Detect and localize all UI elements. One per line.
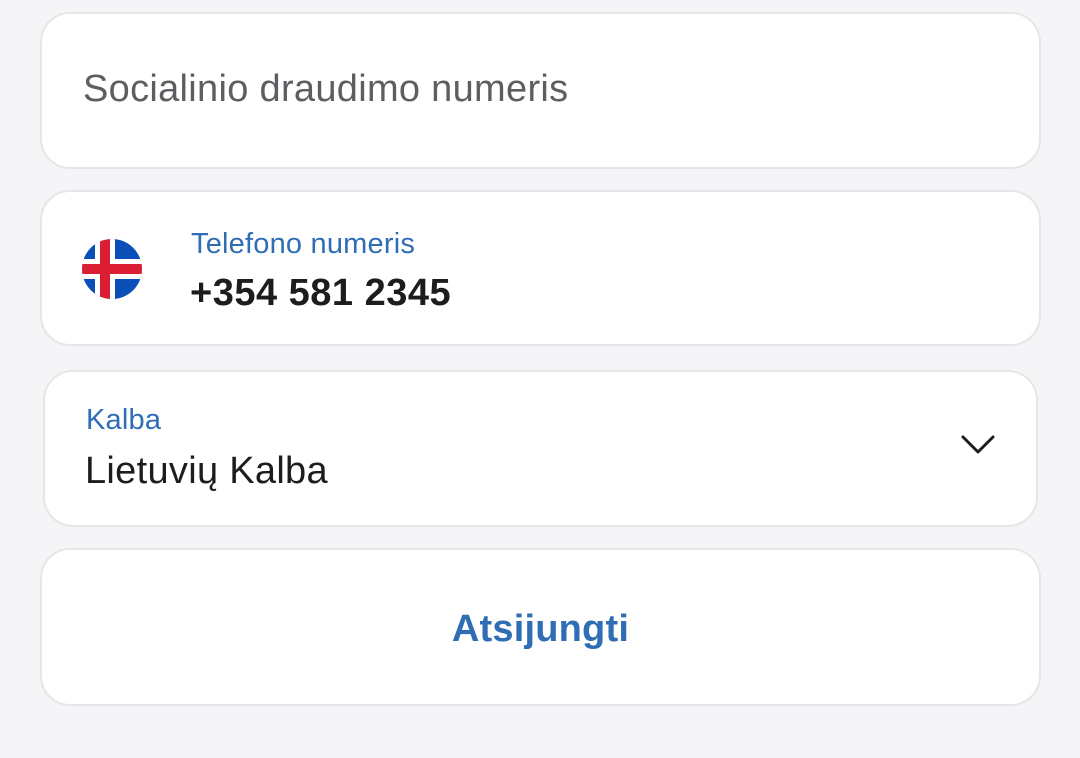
language-selected-value: Lietuvių Kalba [85, 450, 328, 492]
phone-number-field[interactable]: Telefono numeris +354 581 2345 [40, 190, 1041, 346]
language-select[interactable]: Kalba Lietuvių Kalba [43, 370, 1038, 527]
chevron-down-icon[interactable] [960, 434, 996, 456]
social-security-number-field[interactable]: Socialinio draudimo numeris [40, 12, 1041, 169]
phone-number-label: Telefono numeris [191, 228, 416, 260]
language-label: Kalba [86, 404, 162, 436]
logout-button-label: Atsijungti [451, 608, 630, 650]
phone-number-value[interactable]: +354 581 2345 [190, 274, 451, 312]
iceland-flag-icon[interactable] [82, 239, 142, 299]
ssn-placeholder: Socialinio draudimo numeris [83, 68, 569, 110]
logout-button[interactable]: Atsijungti [40, 548, 1041, 706]
